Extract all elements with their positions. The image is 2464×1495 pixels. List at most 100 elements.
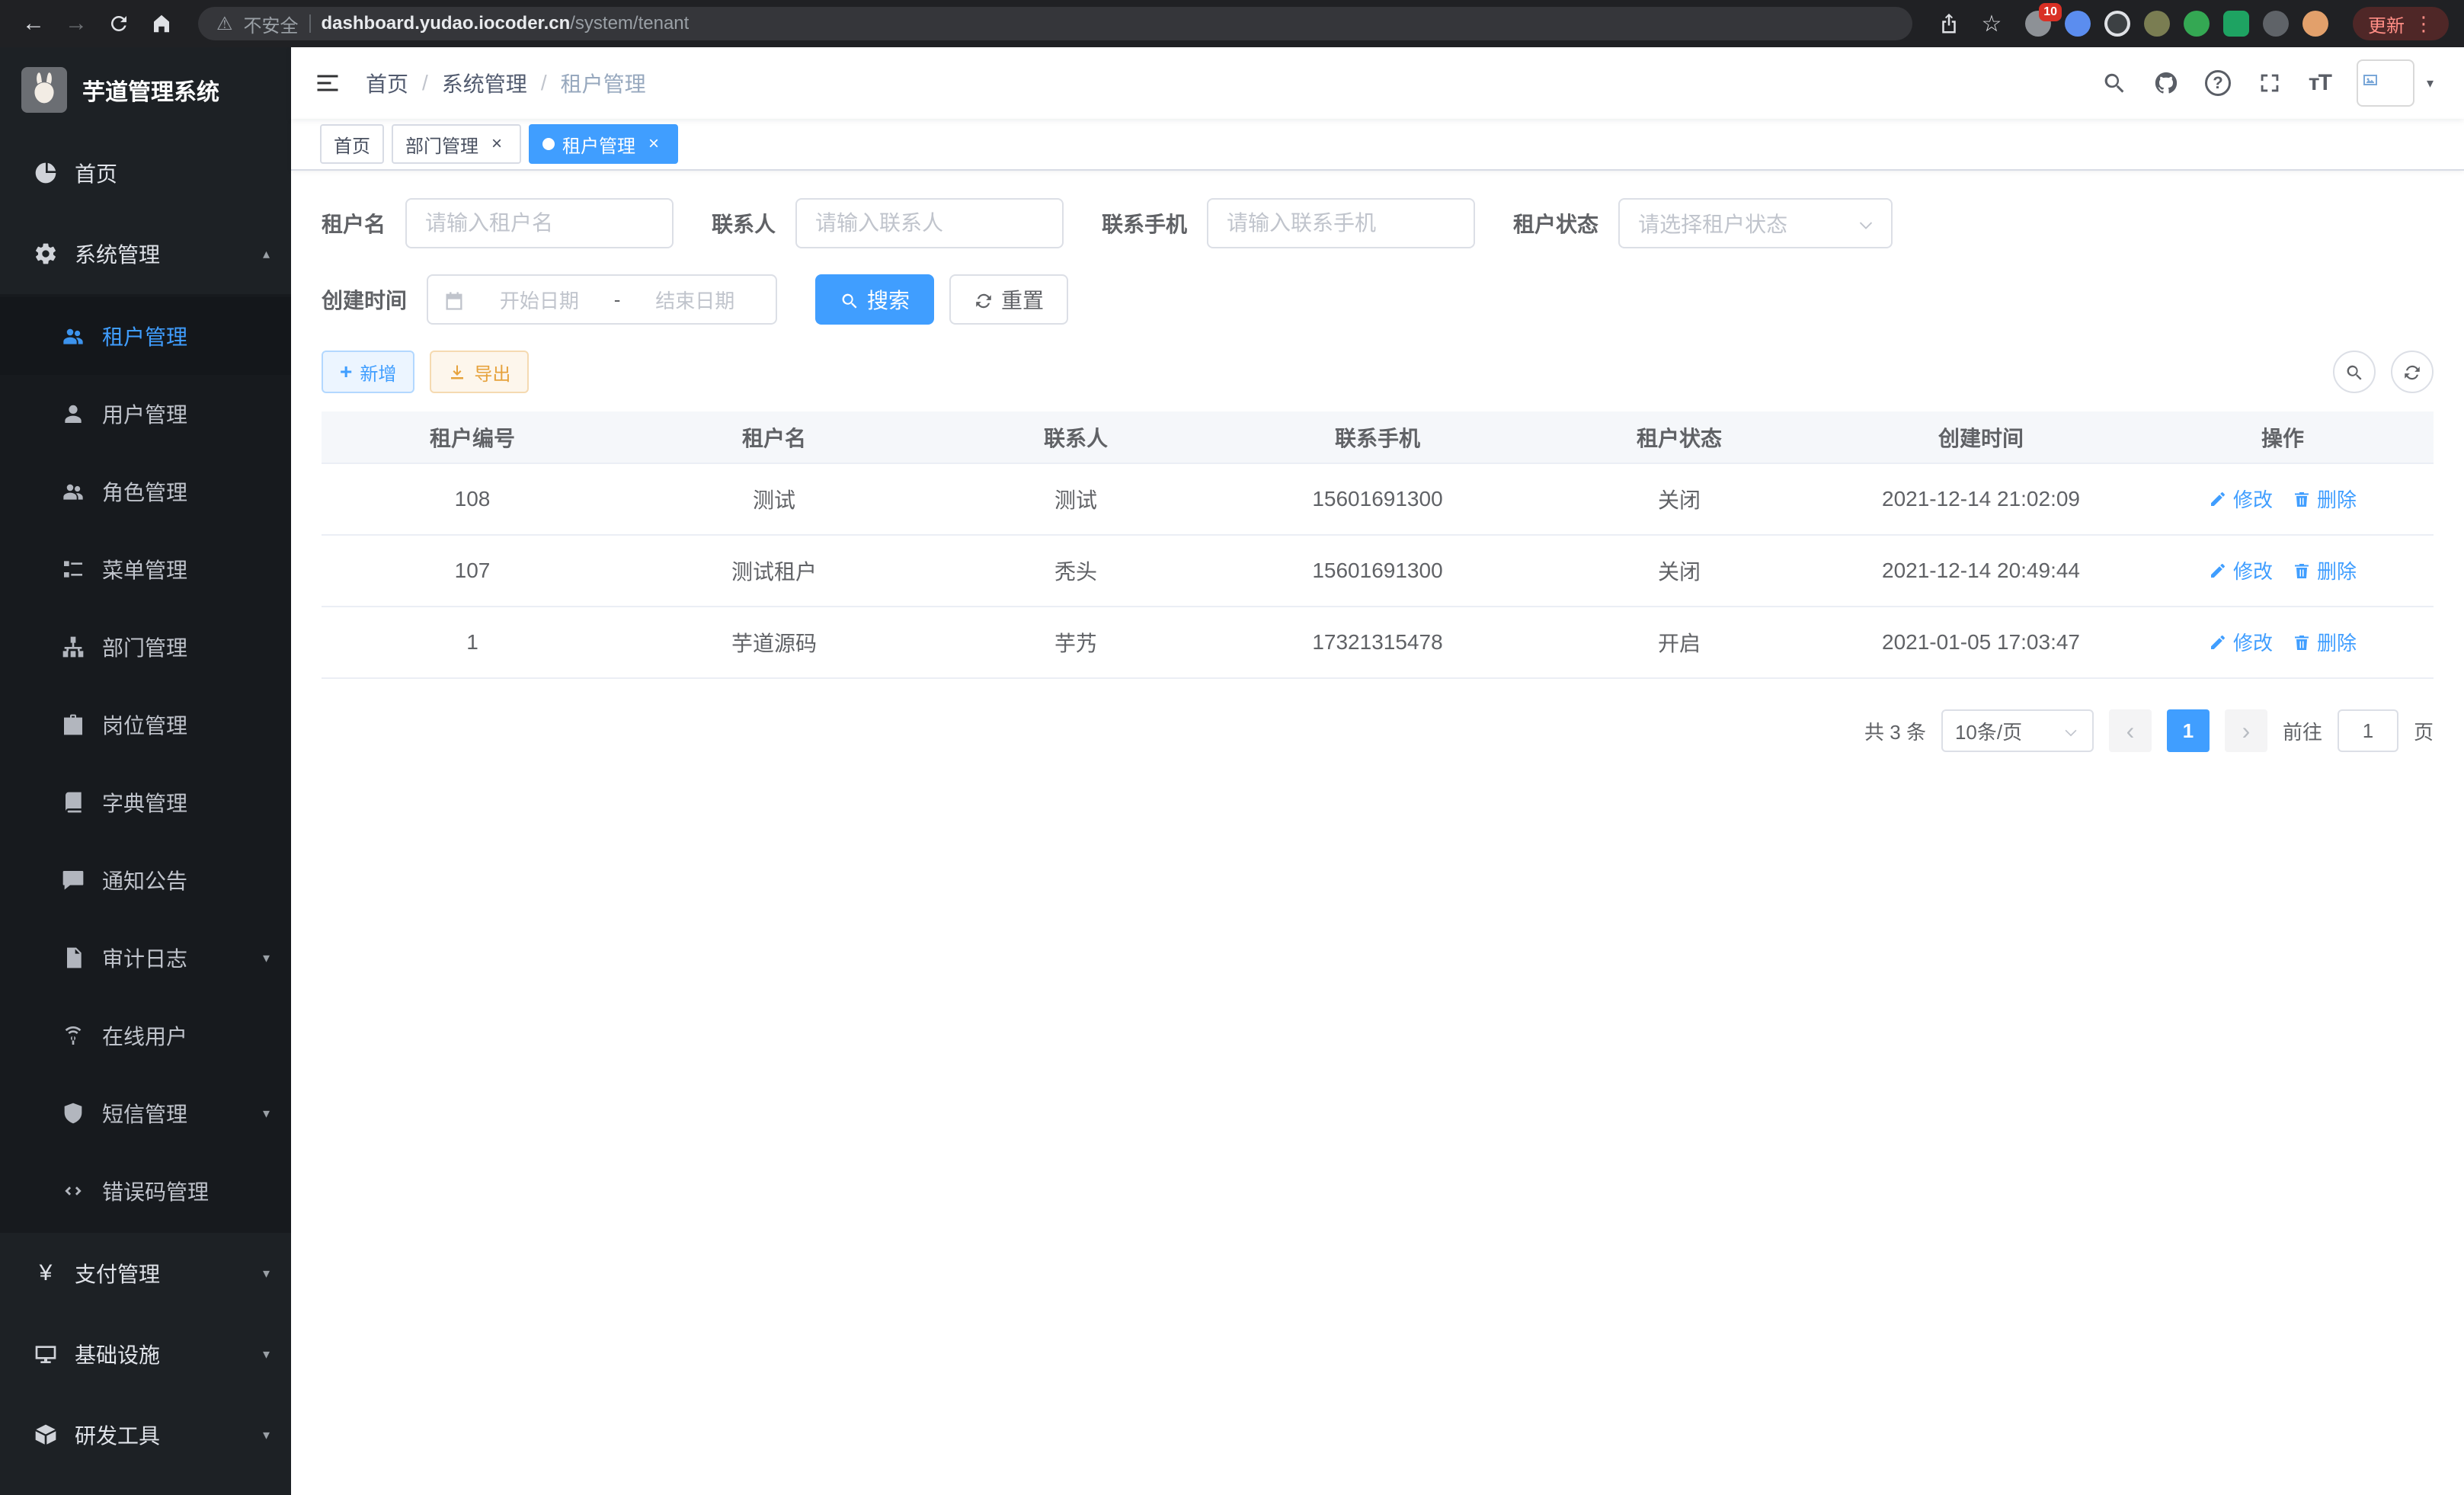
extension-grid-icon[interactable]: 10: [2025, 11, 2051, 37]
edit-link[interactable]: 修改: [2209, 485, 2273, 513]
export-button[interactable]: 导出: [430, 351, 529, 393]
prev-page-button[interactable]: ‹: [2109, 709, 2152, 752]
column-header-1: 租户名: [623, 411, 925, 463]
header-search-icon[interactable]: [2101, 70, 2127, 96]
create-time-label: 创建时间: [322, 284, 407, 315]
extension-pin-icon[interactable]: [2065, 11, 2091, 37]
breadcrumb-separator: /: [422, 71, 428, 95]
sidebar-item-dept[interactable]: 部门管理: [0, 608, 291, 686]
sidebar-item-infra[interactable]: 基础设施▾: [0, 1314, 291, 1394]
address-bar[interactable]: ⚠ 不安全 dashboard.yudao.iocoder.cn/system/…: [198, 7, 1912, 40]
tab-tenant[interactable]: 租户管理×: [529, 124, 678, 164]
back-icon[interactable]: ←: [15, 5, 52, 42]
cell-phone: 17321315478: [1227, 607, 1528, 678]
sidebar-item-system[interactable]: 系统管理▴: [0, 213, 291, 294]
extension-olive-icon[interactable]: [2144, 11, 2170, 37]
tab-home[interactable]: 首页: [320, 124, 384, 164]
extension-avatar-icon[interactable]: [2302, 11, 2328, 37]
chevron-down-icon: [1856, 215, 1876, 235]
breadcrumb-item[interactable]: 系统管理: [442, 68, 527, 98]
contact-input[interactable]: [795, 198, 1064, 248]
share-icon[interactable]: [1931, 5, 1967, 42]
close-tab-icon[interactable]: ×: [486, 133, 507, 155]
sidebar-item-user[interactable]: 用户管理: [0, 375, 291, 453]
sidebar-item-errcode[interactable]: 错误码管理: [0, 1152, 291, 1230]
sidebar-item-tools[interactable]: 研发工具▾: [0, 1394, 291, 1475]
bookmark-star-icon[interactable]: ☆: [1973, 5, 2010, 42]
delete-icon: [2293, 490, 2311, 508]
toggle-search-button[interactable]: [2333, 351, 2376, 393]
github-icon[interactable]: [2153, 70, 2179, 96]
tenant-status-placeholder: 请选择租户状态: [1638, 208, 1787, 238]
close-tab-icon[interactable]: ×: [643, 133, 664, 155]
sidebar-item-post[interactable]: 岗位管理: [0, 686, 291, 764]
breadcrumb-item[interactable]: 首页: [366, 68, 408, 98]
delete-link[interactable]: 删除: [2293, 556, 2357, 584]
cell-phone: 15601691300: [1227, 463, 1528, 535]
edit-link-label: 修改: [2233, 628, 2273, 656]
sidebar-item-pay[interactable]: ¥支付管理▾: [0, 1233, 291, 1314]
app-logo[interactable]: 芋道管理系统: [0, 47, 291, 133]
reload-icon[interactable]: [101, 5, 137, 42]
page-size-select[interactable]: 10条/页: [1941, 709, 2094, 752]
avatar-caret-icon[interactable]: ▾: [2427, 75, 2434, 91]
chevron-down-icon: ▾: [263, 1427, 270, 1443]
edit-link[interactable]: 修改: [2209, 628, 2273, 656]
sidebar-item-notice[interactable]: 通知公告: [0, 841, 291, 919]
create-time-range-picker[interactable]: 开始日期 - 结束日期: [427, 274, 777, 325]
sidebar-item-role[interactable]: 角色管理: [0, 453, 291, 530]
next-page-button[interactable]: ›: [2225, 709, 2267, 752]
pagination-total: 共 3 条: [1864, 717, 1926, 745]
edit-link[interactable]: 修改: [2209, 556, 2273, 584]
collapse-sidebar-icon[interactable]: [314, 69, 341, 97]
help-icon[interactable]: ?: [2205, 70, 2231, 96]
add-button[interactable]: + 新增: [322, 351, 414, 393]
tenant-name-input[interactable]: [405, 198, 674, 248]
tab-dept[interactable]: 部门管理×: [392, 124, 521, 164]
refresh-icon: [2402, 360, 2422, 384]
delete-link[interactable]: 删除: [2293, 628, 2357, 656]
pagination: 共 3 条 10条/页 ‹ 1 › 前往 页: [322, 709, 2434, 752]
refresh-table-button[interactable]: [2391, 351, 2434, 393]
sidebar-item-menu[interactable]: 菜单管理: [0, 530, 291, 608]
navbar-actions: ? тT ▾: [2101, 59, 2434, 107]
page-number-1[interactable]: 1: [2167, 709, 2210, 752]
phone-input[interactable]: [1207, 198, 1475, 248]
browser-menu-kebab-icon[interactable]: ⋮: [2414, 12, 2434, 36]
address-divider: [309, 14, 311, 33]
sidebar-item-sms[interactable]: 短信管理▾: [0, 1074, 291, 1152]
sidebar-item-dict[interactable]: 字典管理: [0, 764, 291, 841]
fullscreen-icon[interactable]: [2257, 70, 2283, 96]
filter-phone: 联系手机: [1102, 198, 1475, 248]
reset-button-label: 重置: [1001, 284, 1044, 315]
goto-page-input[interactable]: [2338, 709, 2398, 752]
font-size-icon[interactable]: тT: [2309, 70, 2331, 96]
calendar-icon: [443, 290, 465, 312]
gear-icon: [34, 242, 58, 266]
table-body: 108测试测试15601691300关闭2021-12-14 21:02:09修…: [322, 463, 2434, 678]
search-button[interactable]: 搜索: [815, 274, 934, 325]
chevron-down-icon: [1856, 211, 1876, 235]
filter-row-2: 创建时间 开始日期 - 结束日期 搜索 重置: [322, 274, 2434, 325]
delete-link[interactable]: 删除: [2293, 485, 2357, 513]
column-header-3: 联系手机: [1227, 411, 1528, 463]
table-row: 107测试租户秃头15601691300关闭2021-12-14 20:49:4…: [322, 535, 2434, 607]
cell-actions: 修改删除: [2132, 607, 2434, 678]
extension-green-square-icon[interactable]: [2223, 11, 2249, 37]
extension-puzzle-icon[interactable]: [2263, 11, 2289, 37]
sidebar-item-label: 通知公告: [102, 865, 187, 895]
extension-green-circle-icon[interactable]: [2184, 11, 2210, 37]
browser-update-button[interactable]: 更新 ⋮: [2353, 7, 2449, 40]
forward-icon[interactable]: →: [58, 5, 94, 42]
sidebar-item-audit[interactable]: 审计日志▾: [0, 919, 291, 997]
reset-button[interactable]: 重置: [949, 274, 1068, 325]
sidebar-item-home[interactable]: 首页: [0, 133, 291, 213]
sidebar-item-tenant[interactable]: 租户管理: [0, 297, 291, 375]
cell-phone: 15601691300: [1227, 535, 1528, 607]
user-avatar[interactable]: [2357, 59, 2414, 107]
filter-row-1: 租户名 联系人 联系手机 租户状态 请选择租户状态: [322, 198, 2434, 248]
extension-dark-icon[interactable]: [2104, 11, 2130, 37]
tenant-status-select[interactable]: 请选择租户状态: [1618, 198, 1893, 248]
home-icon[interactable]: [143, 5, 180, 42]
sidebar-item-online[interactable]: 在线用户: [0, 997, 291, 1074]
